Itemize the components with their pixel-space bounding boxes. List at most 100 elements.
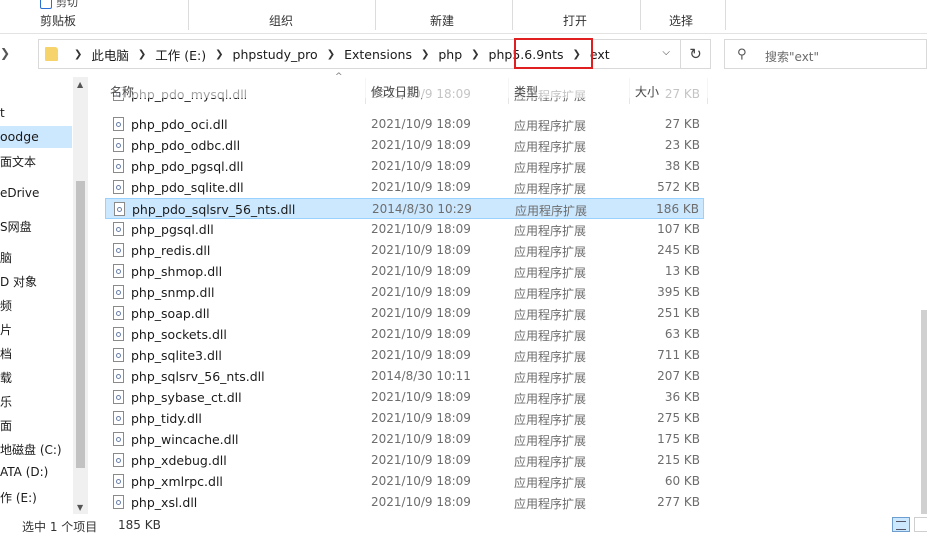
search-icon: ⚲ [737, 47, 747, 62]
file-type: 应用程序扩展 [514, 455, 587, 469]
breadcrumb-separator-icon[interactable]: ❯ [215, 49, 223, 60]
table-row[interactable]: php_sockets.dll 2021/10/9 18:09 应用程序扩展 6… [105, 324, 704, 345]
dll-file-icon [113, 306, 124, 320]
search-box[interactable]: ⚲ 搜索"ext" [724, 39, 927, 69]
file-size: 251 KB [657, 306, 700, 320]
nav-item-netdisk[interactable]: S网盘 [0, 218, 32, 235]
file-type: 应用程序扩展 [514, 224, 587, 238]
nav-pane-scrollbar-thumb[interactable] [76, 181, 85, 468]
file-date: 2021/10/9 18:09 [371, 453, 471, 467]
refresh-icon[interactable]: ↻ [681, 39, 711, 69]
address-history-chevron-down-icon[interactable]: ⌵ [662, 47, 670, 58]
breadcrumb-separator-icon[interactable]: ❯ [138, 49, 146, 60]
nav-item[interactable]: t [0, 106, 5, 120]
dll-file-icon [113, 369, 124, 383]
nav-item-3d-objects[interactable]: D 对象 [0, 273, 37, 290]
file-date: 2021/10/9 18:09 [371, 117, 471, 131]
file-date: 2021/10/9 18:09 [371, 411, 471, 425]
table-row[interactable]: php_snmp.dll 2021/10/9 18:09 应用程序扩展 395 … [105, 282, 704, 303]
nav-item-drive-c[interactable]: 地磁盘 (C:) [0, 441, 62, 458]
nav-item-music[interactable]: 乐 [0, 393, 12, 410]
table-row[interactable]: php_soap.dll 2021/10/9 18:09 应用程序扩展 251 … [105, 303, 704, 324]
table-row[interactable]: php_redis.dll 2021/10/9 18:09 应用程序扩展 245… [105, 240, 704, 261]
scroll-down-arrow-icon[interactable]: ▼ [77, 503, 83, 512]
file-name: php_pgsql.dll [131, 222, 214, 237]
ribbon-divider [512, 0, 513, 30]
breadcrumb-separator-icon[interactable]: ❯ [471, 49, 479, 60]
dll-file-icon [113, 453, 124, 467]
file-type: 应用程序扩展 [514, 308, 587, 322]
dll-file-icon [113, 390, 124, 404]
nav-item-pictures[interactable]: 片 [0, 321, 12, 338]
file-name: php_soap.dll [131, 306, 210, 321]
column-header-size-label: 大小 [635, 85, 660, 99]
nav-item-drive-d[interactable]: ATA (D:) [0, 465, 48, 479]
file-date: 2021/10/9 18:09 [371, 243, 471, 257]
nav-item-this-pc[interactable]: 脑 [0, 249, 12, 266]
table-row[interactable]: php_pdo_sqlite.dll 2021/10/9 18:09 应用程序扩… [105, 177, 704, 198]
ribbon: 剪切 剪贴板 组织 新建 打开 选择 [0, 0, 927, 34]
table-row[interactable]: php_pgsql.dll 2021/10/9 18:09 应用程序扩展 107… [105, 219, 704, 240]
file-size: 572 KB [657, 180, 700, 194]
scroll-up-arrow-icon[interactable]: ▲ [77, 80, 83, 89]
table-row[interactable]: php_pdo_pgsql.dll 2021/10/9 18:09 应用程序扩展… [105, 156, 704, 177]
file-date: 2021/10/9 18:09 [371, 222, 471, 236]
dll-file-icon [113, 495, 124, 509]
nav-item-videos[interactable]: 频 [0, 297, 12, 314]
table-row[interactable]: php_xmlrpc.dll 2021/10/9 18:09 应用程序扩展 60… [105, 471, 704, 492]
breadcrumb-this-pc[interactable]: 此电脑 [91, 45, 129, 64]
file-size: 23 KB [664, 138, 700, 152]
table-row[interactable]: php_xsl.dll 2021/10/9 18:09 应用程序扩展 277 K… [105, 492, 704, 513]
details-view-icon[interactable] [892, 517, 910, 532]
file-name: php_xsl.dll [131, 495, 198, 510]
file-date: 2021/10/9 18:09 [371, 327, 471, 341]
table-row[interactable]: php_tidy.dll 2021/10/9 18:09 应用程序扩展 275 … [105, 408, 704, 429]
nav-item-onedrive[interactable]: eDrive [0, 186, 39, 200]
nav-item-downloads[interactable]: 载 [0, 369, 12, 386]
breadcrumb-separator-icon[interactable]: ❯ [327, 49, 335, 60]
nav-item[interactable]: 面文本 [0, 153, 36, 170]
table-row[interactable]: php_wincache.dll 2021/10/9 18:09 应用程序扩展 … [105, 429, 704, 450]
file-date: 2021/10/9 18:09 [371, 264, 471, 278]
recent-locations-arrow-icon[interactable]: ❯ [0, 46, 10, 60]
breadcrumb-extensions[interactable]: Extensions [344, 47, 412, 62]
nav-item-desktop[interactable]: 面 [0, 417, 12, 434]
breadcrumb-drive-e[interactable]: 工作 (E:) [155, 45, 206, 64]
file-date: 2021/10/9 18:09 [371, 138, 471, 152]
file-name: php_pdo_odbc.dll [131, 138, 241, 153]
ribbon-cut-item[interactable]: 剪切 [40, 0, 78, 10]
dll-file-icon [113, 411, 124, 425]
dll-file-icon [113, 138, 124, 152]
file-type: 应用程序扩展 [514, 119, 587, 133]
table-row[interactable]: php_pdo_odbc.dll 2021/10/9 18:09 应用程序扩展 … [105, 135, 704, 156]
nav-item-drive-e[interactable]: 作 (E:) [0, 489, 37, 506]
table-row[interactable]: php_sqlite3.dll 2021/10/9 18:09 应用程序扩展 7… [105, 345, 704, 366]
file-size: 277 KB [657, 495, 700, 509]
table-row[interactable]: php_xdebug.dll 2021/10/9 18:09 应用程序扩展 21… [105, 450, 704, 471]
breadcrumb-phpstudy-pro[interactable]: phpstudy_pro [233, 47, 318, 62]
large-icons-view-icon[interactable] [914, 517, 927, 532]
ribbon-divider [640, 0, 641, 30]
file-type: 应用程序扩展 [514, 161, 587, 175]
column-header-labels-overlay: 名称 修改日期 类型 大小 [105, 78, 927, 104]
file-size: 13 KB [664, 264, 700, 278]
breadcrumb-php[interactable]: php [438, 47, 462, 62]
table-row[interactable]: php_pdo_oci.dll 2021/10/9 18:09 应用程序扩展 2… [105, 114, 704, 135]
table-row[interactable]: php_sqlsrv_56_nts.dll 2014/8/30 10:11 应用… [105, 366, 704, 387]
file-list-scrollbar-thumb[interactable] [921, 310, 927, 520]
file-size: 711 KB [657, 348, 700, 362]
file-date: 2014/8/30 10:11 [371, 369, 471, 383]
nav-item-selected[interactable]: oodge [0, 126, 72, 148]
breadcrumb-separator-icon[interactable]: ❯ [74, 49, 82, 60]
breadcrumb-separator-icon[interactable]: ❯ [421, 49, 429, 60]
ribbon-group-open: 打开 [563, 14, 588, 28]
table-row[interactable]: php_sybase_ct.dll 2021/10/9 18:09 应用程序扩展… [105, 387, 704, 408]
ribbon-group-select: 选择 [669, 14, 694, 28]
status-selection-count: 选中 1 个项目 [22, 520, 98, 534]
file-size: 245 KB [657, 243, 700, 257]
file-name: php_sqlite3.dll [131, 348, 222, 363]
nav-item-documents[interactable]: 档 [0, 345, 12, 362]
file-date: 2021/10/9 18:09 [371, 390, 471, 404]
table-row-selected[interactable]: php_pdo_sqlsrv_56_nts.dll 2014/8/30 10:2… [105, 198, 704, 219]
table-row[interactable]: php_shmop.dll 2021/10/9 18:09 应用程序扩展 13 … [105, 261, 704, 282]
